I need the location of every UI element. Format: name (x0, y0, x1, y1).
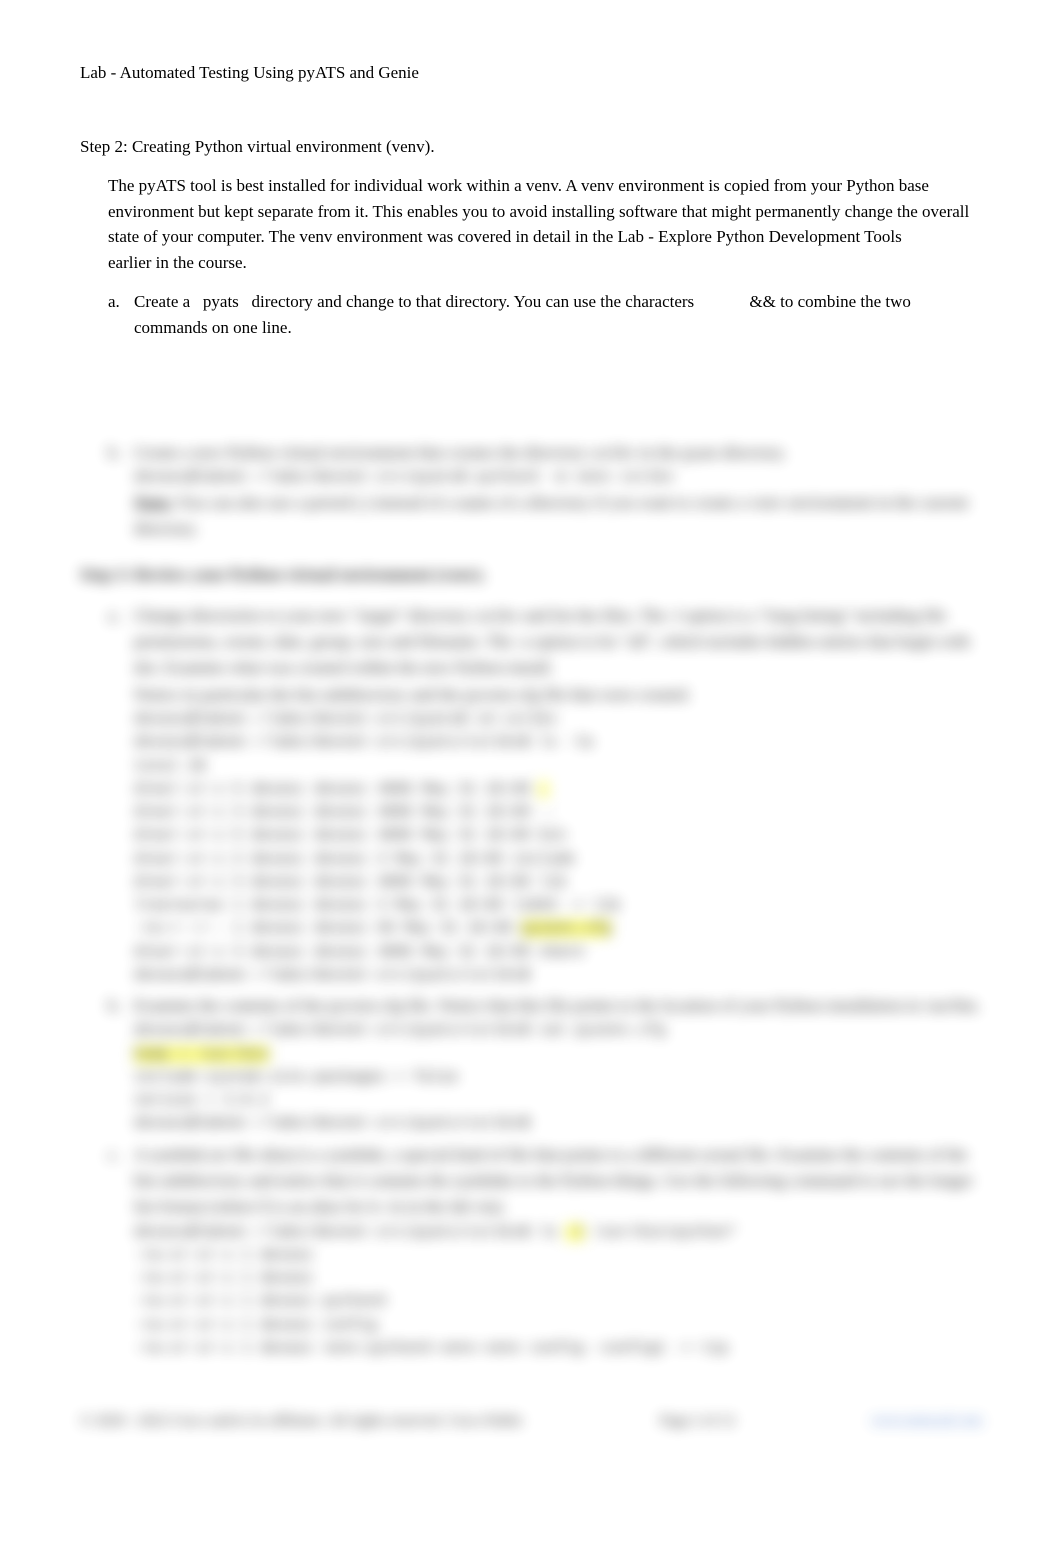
page-footer: © 2020 - 2022 Cisco and/or its affiliate… (80, 1410, 982, 1433)
code-line: devasc@labvm:~/labs/devnet-src/pyats/csr… (134, 1221, 982, 1244)
footer-link: www.netacad.com (871, 1410, 982, 1433)
code-line: lrwxrwxrwx 1 devasc devasc 3 May 31 18:0… (134, 894, 982, 917)
code-line: devasc@labvm:~/labs/devnet-src/pyats/csr… (134, 731, 982, 754)
footer-center: Page 2 of 12 (660, 1410, 735, 1433)
code-line: devasc@labvm:~/labs/devnet-src/pyats/csr… (134, 1019, 982, 1042)
text-fragment: /usr/bin/python* (593, 1224, 737, 1241)
list-body: Create a new Python virtual environment … (134, 440, 982, 542)
highlight: home = /usr/bin (134, 1046, 269, 1063)
code-line: total 20 (134, 755, 982, 778)
code-line: -rw-xr-xr-x 1 devasc python3 (134, 1290, 982, 1313)
step-heading: Step 2: Creating Python virtual environm… (80, 134, 982, 160)
highlight: pyvenv.cfg (521, 920, 611, 937)
list-item-a: a. Create a pyats directory and change t… (108, 289, 982, 340)
code-line: include-system-site-packages = false (134, 1066, 982, 1089)
list-marker: a. (108, 289, 134, 340)
list-body: A symlink (or file alias) is a symlink, … (134, 1142, 982, 1361)
text-fragment: Notice in particular the bin subdirector… (134, 682, 982, 708)
code-line: devasc@labvm:~/labs/devnet-src/pyats/csr… (134, 1112, 982, 1135)
code-line: version = 3.8.2 (134, 1089, 982, 1112)
list-body: Examine the contents of the pyvenv.cfg f… (134, 993, 982, 1136)
note: Note: You can also use a period (.) inst… (134, 490, 982, 543)
code-line: -rw-xr-xr-x 1 devasc config (134, 1314, 982, 1337)
list-marker: b. (108, 993, 134, 1136)
list-item-a: a. Change directories to your new "targe… (108, 603, 982, 987)
code-line: -rw-r--r-- 1 devasc devasc 69 May 31 18:… (134, 917, 982, 940)
text-fragment: directory and change to that directory. … (252, 292, 695, 311)
code-line: -rw-xr-xr-x 1 devasc venv-python3-venv-v… (134, 1337, 982, 1360)
code-line: drwxr-xr-x 3 devasc devasc 4096 May 31 1… (134, 941, 982, 964)
note-label: Note: (134, 493, 174, 512)
list-marker: c. (108, 1142, 134, 1361)
step-heading: Step 3: Review your Python virtual envir… (80, 562, 982, 588)
text-fragment: Examine the contents of the pyvenv.cfg f… (134, 993, 982, 1019)
highlight: . (539, 781, 548, 798)
text-fragment (698, 292, 745, 311)
text-fragment: -rw-r--r-- 1 devasc devasc 69 May 31 18:… (134, 920, 512, 937)
step-intro: The pyATS tool is best installed for ind… (108, 173, 982, 275)
text-fragment: devasc@labvm:~/labs/devnet-src/pyats/csr… (134, 1224, 557, 1241)
code-fragment: pyats (203, 292, 239, 311)
code-line: drwxr-xr-x 3 devasc devasc 4096 May 31 1… (134, 871, 982, 894)
code-line: drwxr-xr-x 5 devasc devasc 4096 May 31 1… (134, 824, 982, 847)
list-body: Create a pyats directory and change to t… (134, 289, 982, 340)
code-line: -rw-xr-xr-x 1 devasc (134, 1267, 982, 1290)
list-marker: a. (108, 603, 134, 987)
list-body: Change directories to your new "target" … (134, 603, 982, 987)
code-line: devasc@labvm:~/labs/devnet-src/pyats/csr… (134, 964, 982, 987)
code-line: devasc@labvm:~/labs/devnet-src/pyats$ py… (134, 466, 982, 489)
text-fragment: Create a (134, 292, 190, 311)
code-line: -rw-xr-xr-x 1 devasc (134, 1244, 982, 1267)
text-fragment: bin (539, 827, 566, 844)
text-fragment: drwxr-xr-x 5 devasc devasc 4096 May 31 1… (134, 781, 530, 798)
text-fragment: drwxr-xr-x 5 devasc devasc 4096 May 31 1… (134, 827, 530, 844)
list-item-c: c. A symlink (or file alias) is a symlin… (108, 1142, 982, 1361)
code-fragment (239, 292, 248, 311)
note-text: You can also use a period (.) instead of… (134, 493, 968, 538)
list-marker: b. (108, 440, 134, 542)
code-fragment (194, 292, 203, 311)
footer-left: © 2020 - 2022 Cisco and/or its affiliate… (80, 1410, 524, 1433)
code-line: drwxr-xr-x 2 devasc devasc 3 May 31 18:0… (134, 848, 982, 871)
list-item-b: b. Create a new Python virtual environme… (108, 440, 982, 542)
code-line: drwxr-xr-x 3 devasc devasc 4096 May 31 1… (134, 801, 982, 824)
highlight: -l (566, 1224, 584, 1241)
code-line: home = /usr/bin (134, 1043, 982, 1066)
text-fragment: A symlink (or file alias) is a symlink, … (134, 1142, 982, 1221)
text-fragment: Change directories to your new "target" … (134, 603, 982, 682)
doc-title: Lab - Automated Testing Using pyATS and … (80, 60, 982, 86)
list-item-b2: b. Examine the contents of the pyvenv.cf… (108, 993, 982, 1136)
text-fragment: Create a new Python virtual environment … (134, 440, 982, 466)
code-line: devasc@labvm:~/labs/devnet-src/pyats$ cd… (134, 708, 982, 731)
blurred-content: b. Create a new Python virtual environme… (80, 440, 982, 1433)
code-line: drwxr-xr-x 5 devasc devasc 4096 May 31 1… (134, 778, 982, 801)
